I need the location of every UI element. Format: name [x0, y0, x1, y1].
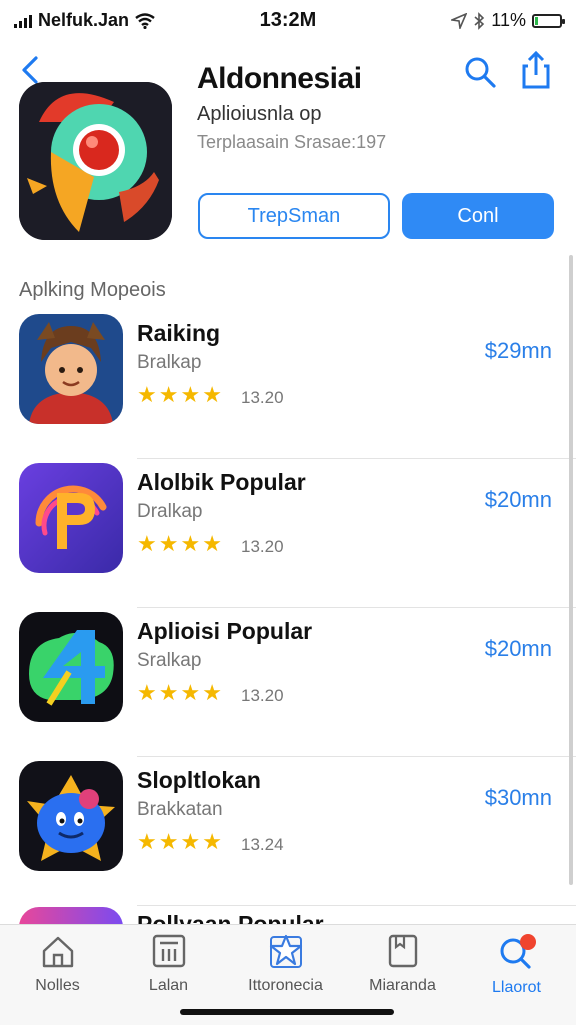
home-indicator[interactable]: [180, 1009, 394, 1015]
app-title: Aldonnesiai: [197, 62, 362, 95]
primary-button[interactable]: Conl: [402, 193, 554, 239]
app-rating: 13.20: [241, 537, 284, 556]
location-icon: [451, 12, 468, 29]
star-icon: ★: [202, 829, 222, 854]
app-name: Alolbik Popular: [137, 469, 306, 495]
app-logo-icon: [19, 82, 172, 240]
tab-label: Nolles: [35, 977, 80, 994]
star-icon: ★: [158, 382, 179, 407]
list-item[interactable]: Alolbik Popular Dralkap ★ ★ ★ ★ 13.20 $20mn: [0, 459, 576, 608]
app-price[interactable]: $20mn: [485, 487, 552, 513]
tab-ittoronecia[interactable]: Ittoronecia: [228, 933, 343, 995]
star-icon: ★: [180, 382, 201, 407]
app-name: Raiking: [137, 320, 221, 346]
bookmark-icon: [388, 934, 417, 968]
star-rating: ★ ★ ★ ★: [137, 682, 222, 704]
app-rating: 13.20: [241, 686, 284, 705]
tab-miaranda[interactable]: Miaranda: [345, 933, 460, 995]
star-icon: ★: [137, 829, 157, 854]
search-icon[interactable]: [462, 54, 498, 90]
search-icon: [500, 934, 536, 969]
status-bar: Nelfuk.Jan 13:2M 11%: [0, 0, 576, 40]
star-icon: ★: [180, 531, 201, 556]
share-icon[interactable]: [516, 50, 556, 90]
list-item[interactable]: Aplioisi Popular Sralkap ★ ★ ★ ★ 13.20 $20m…: [0, 608, 576, 757]
star-icon: ★: [202, 382, 222, 407]
list-icon: [152, 934, 185, 968]
app-rating: 13.20: [241, 388, 284, 407]
star-icon: ★: [180, 829, 201, 854]
app-price[interactable]: $29mn: [485, 338, 552, 364]
star-icon: ★: [137, 531, 157, 556]
tab-lalan[interactable]: Lalan: [111, 933, 226, 995]
battery-icon: [532, 13, 565, 28]
list-item[interactable]: Slopltlokan Brakkatan ★ ★ ★ ★ 13.24 $30mn: [0, 757, 576, 906]
app-category: Sralkap: [137, 650, 202, 671]
star-icon: ★: [158, 531, 179, 556]
home-icon: [42, 936, 73, 968]
p-logo-icon: [19, 463, 123, 573]
tab-llaorot[interactable]: Llaorot: [459, 933, 574, 997]
app-name: Slopltlokan: [137, 767, 261, 793]
app-price[interactable]: $30mn: [485, 785, 552, 811]
status-right: 11%: [451, 10, 565, 31]
tab-label: Ittoronecia: [248, 977, 323, 994]
tab-label: Llaorot: [492, 979, 541, 996]
list-item[interactable]: Raiking Bralkap ★ ★ ★ ★ 13.20 $29mn: [0, 310, 576, 459]
secondary-button[interactable]: TrepSman: [198, 193, 390, 239]
star-rating: ★ ★ ★ ★: [137, 533, 222, 555]
section-title: Aplking Mopeois: [19, 279, 166, 301]
app-category: Brakkatan: [137, 799, 223, 820]
star-icon: ★: [202, 531, 222, 556]
app-list: Raiking Bralkap ★ ★ ★ ★ 13.20 $29mn Alolbik…: [0, 310, 576, 906]
blue-blob-character-icon: [19, 761, 123, 871]
app-meta: Terplaasain Srasae:197: [197, 132, 387, 152]
star-icon: ★: [158, 829, 179, 854]
star-icon: ★: [202, 680, 222, 705]
number-four-icon: [19, 612, 123, 722]
star-rating: ★ ★ ★ ★: [137, 831, 222, 853]
hero-character-icon: [19, 314, 123, 424]
scrollbar[interactable]: [569, 255, 573, 885]
star-rating: ★ ★ ★ ★: [137, 384, 222, 406]
app-subtitle: Aplioiusnla op: [197, 103, 322, 125]
app-category: Bralkap: [137, 352, 202, 373]
tab-label: Lalan: [148, 977, 189, 994]
tab-label: Miaranda: [369, 977, 436, 994]
star-icon: ★: [137, 680, 157, 705]
star-icon: [269, 934, 302, 968]
star-icon: ★: [158, 680, 179, 705]
bluetooth-icon: [474, 11, 485, 30]
app-name: Aplioisi Popular: [137, 618, 313, 644]
star-icon: ★: [180, 680, 201, 705]
tab-nolles[interactable]: Nolles: [0, 933, 115, 995]
battery-level: [535, 16, 538, 25]
star-icon: ★: [137, 382, 157, 407]
app-category: Dralkap: [137, 501, 203, 522]
app-price[interactable]: $20mn: [485, 636, 552, 662]
app-icon: [19, 82, 172, 240]
app-rating: 13.24: [241, 835, 284, 854]
battery-percent: 11%: [491, 10, 526, 30]
